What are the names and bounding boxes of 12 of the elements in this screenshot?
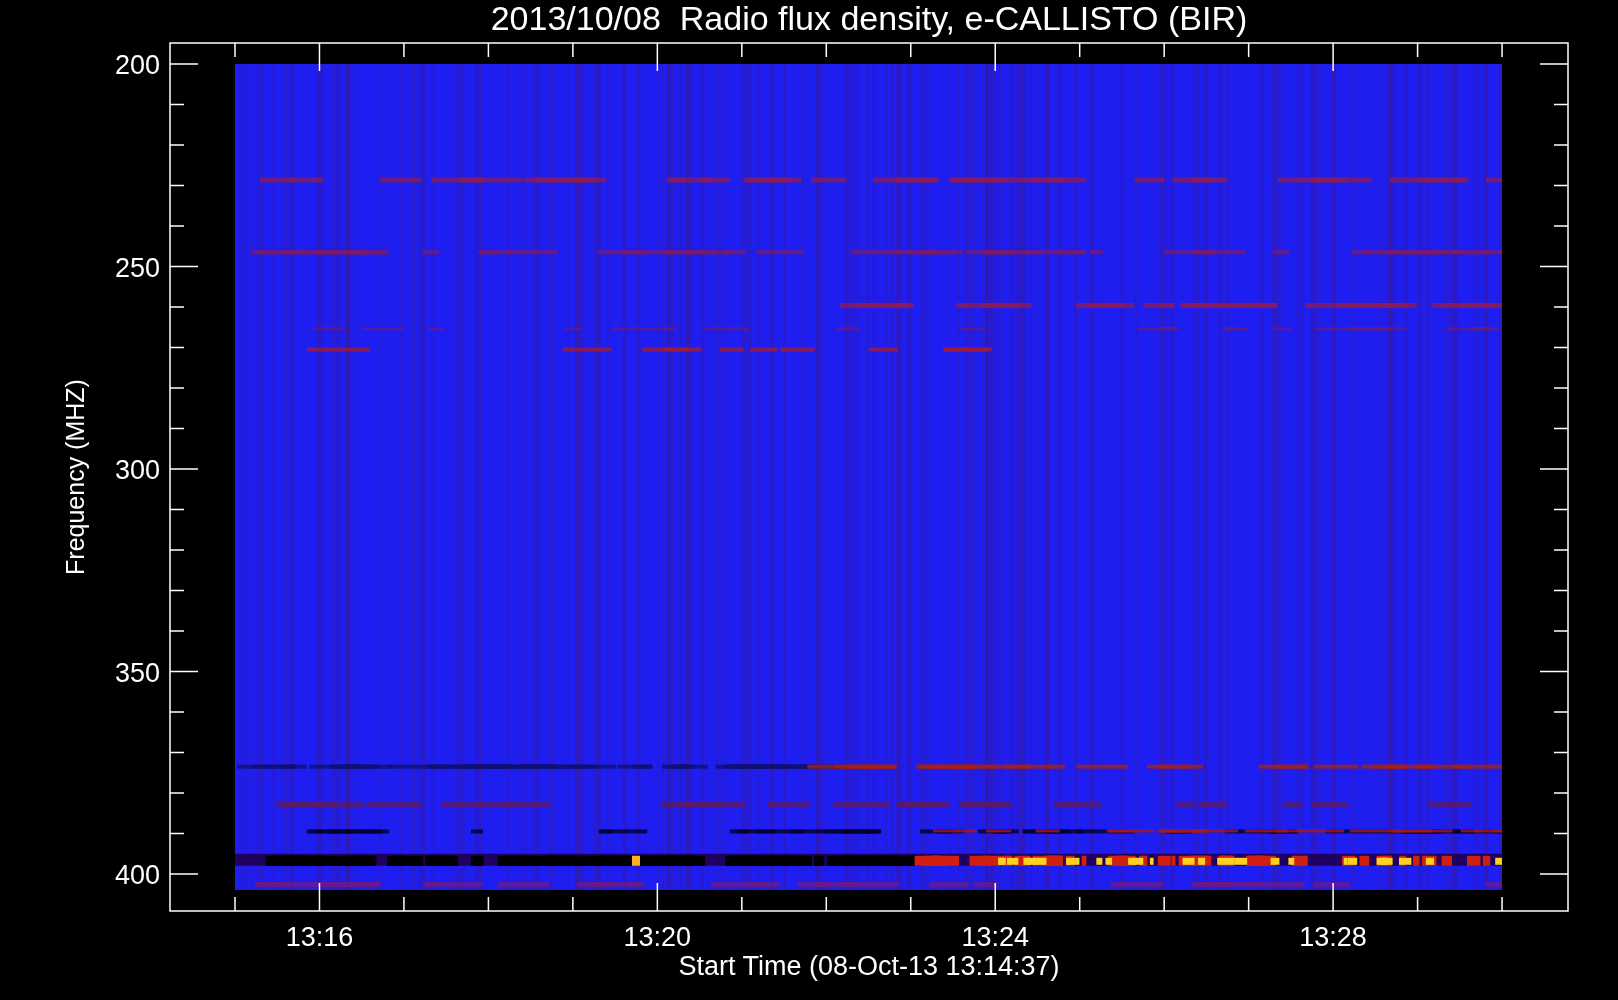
axis-label: Frequency (MHZ): [61, 379, 89, 575]
tick-label: 13:16: [285, 922, 354, 952]
tick-label: 350: [114, 657, 160, 688]
tick-label: 13:24: [961, 922, 1029, 952]
tick-label: 200: [114, 50, 160, 80]
tick-label: 13:20: [623, 922, 692, 952]
tick-label: 300: [114, 455, 160, 485]
tick-label: 400: [114, 860, 160, 890]
chart-title: 2013/10/08 Radio flux density, e-CALLISTO (BIR): [490, 0, 1248, 37]
tick-label: 250: [114, 252, 160, 283]
axis-label: Start Time (08-Oct-13 13:14:37): [678, 951, 1060, 981]
tick-label: 13:28: [1299, 922, 1367, 952]
